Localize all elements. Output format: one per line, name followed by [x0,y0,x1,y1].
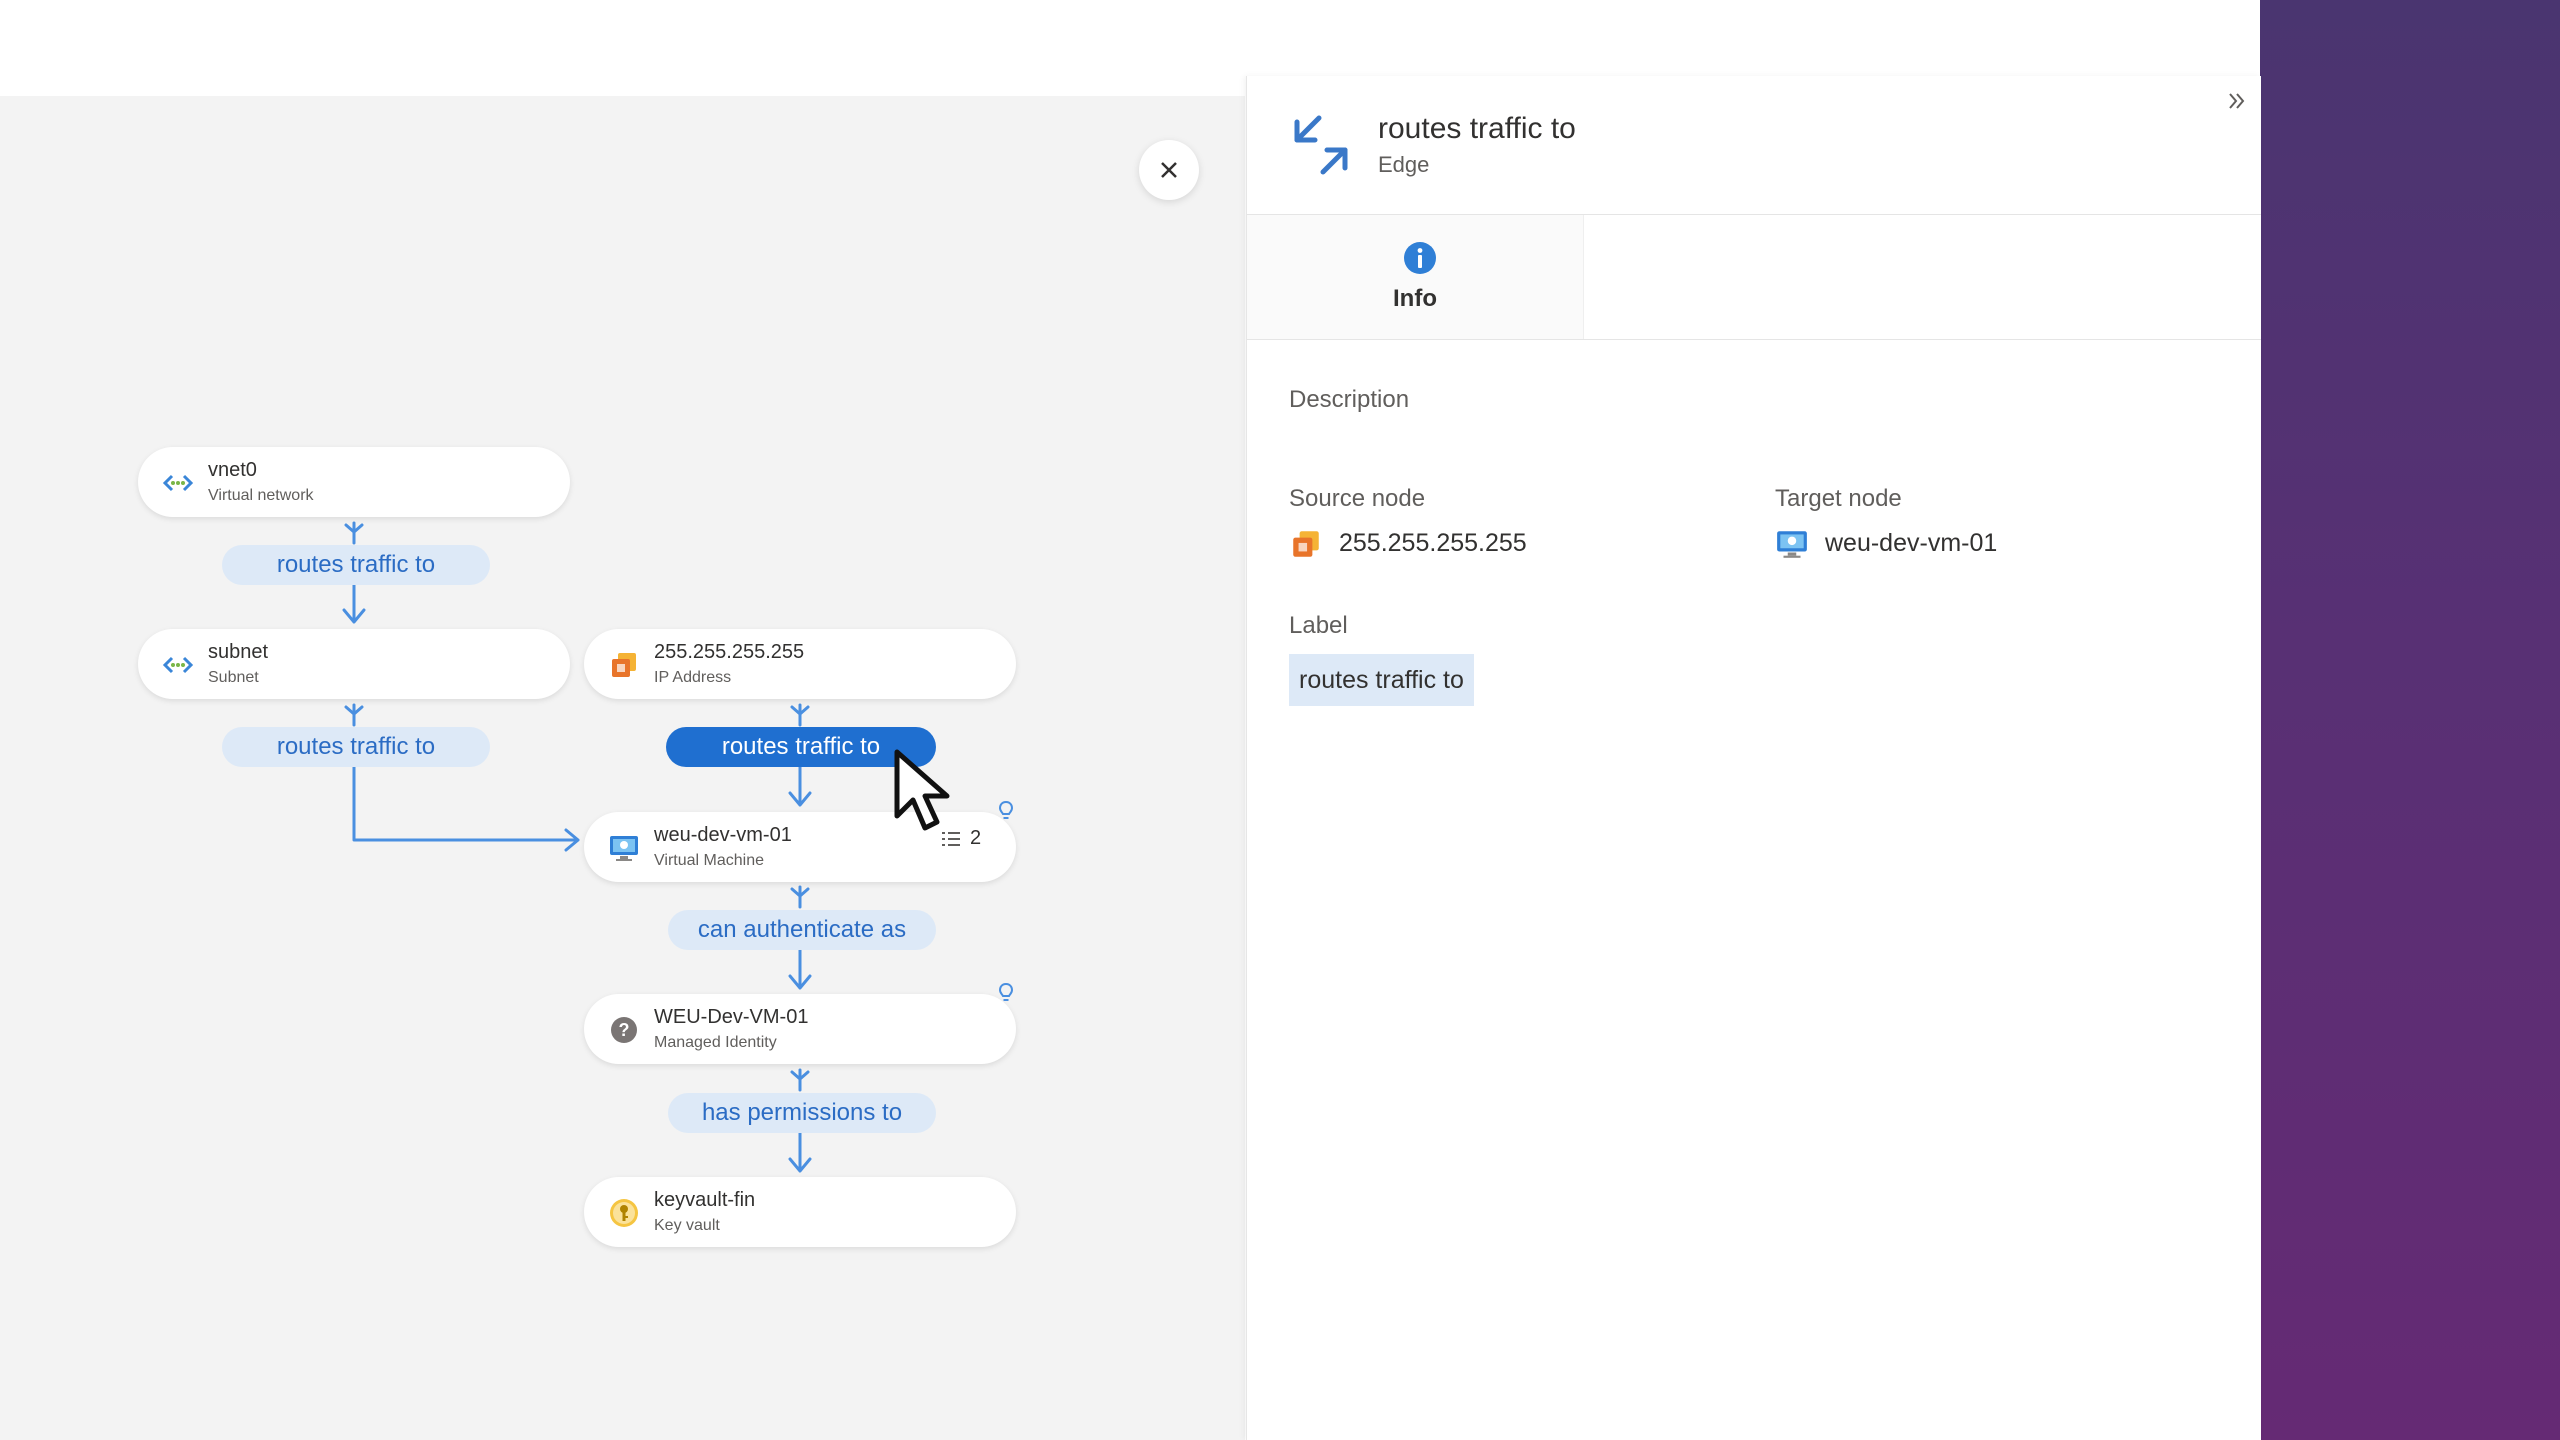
node-type: Virtual Machine [654,852,764,869]
node-key-vault[interactable]: keyvault-fin Key vault [584,1177,1016,1247]
panel-subtitle: Edge [1378,152,1430,177]
node-name: subnet [208,641,269,663]
ip-address-icon [612,653,636,677]
panel-header: routes traffic to Edge [1247,76,2261,215]
node-name: weu-dev-vm-01 [654,824,792,846]
node-name: vnet0 [208,459,257,481]
edge-routes-traffic-to[interactable]: routes traffic to [222,545,490,585]
svg-text:?: ? [619,1020,630,1040]
virtual-machine-icon [610,836,638,861]
node-ip-address[interactable]: 255.255.255.255 IP Address [584,629,1016,699]
key-vault-icon [610,1199,638,1227]
node-type: Virtual network [208,487,314,504]
virtual-machine-icon [1777,531,1807,558]
panel-tabs: Info [1247,215,2261,340]
node-vnet0[interactable]: vnet0 Virtual network [138,447,570,517]
description-label: Description [1289,386,1410,413]
node-type: Managed Identity [654,1034,777,1051]
target-node-value[interactable]: weu-dev-vm-01 [1825,529,1997,558]
edge-has-permissions-to[interactable]: has permissions to [668,1093,936,1133]
info-icon [1404,242,1436,274]
subnet-icon [162,656,194,674]
mouse-cursor-icon [894,749,950,831]
label-label: Label [1289,612,1348,639]
node-name: keyvault-fin [654,1189,756,1211]
ip-address-icon [1293,531,1319,557]
tab-info[interactable]: Info [1247,215,1584,339]
label-chip: routes traffic to [1289,654,1474,706]
lightbulb-icon[interactable] [998,800,1014,824]
node-name: WEU-Dev-VM-01 [654,1006,809,1028]
details-panel: routes traffic to Edge Info Description … [1246,76,2261,1440]
close-icon [1161,162,1177,178]
virtual-network-icon [162,474,194,492]
edge-icon [1294,115,1348,175]
badge-count: 2 [970,827,982,849]
source-node-label: Source node [1289,485,1426,512]
node-name: 255.255.255.255 [654,641,805,663]
source-node-value[interactable]: 255.255.255.255 [1339,529,1527,558]
edge-routes-traffic-to[interactable]: routes traffic to [222,727,490,767]
lightbulb-icon[interactable] [998,982,1014,1006]
edge-can-authenticate-as[interactable]: can authenticate as [668,910,936,950]
node-managed-identity[interactable]: ? WEU-Dev-VM-01 Managed Identity [584,994,1016,1064]
close-button[interactable] [1139,140,1199,200]
desktop-background [2260,0,2560,1440]
question-icon: ? [611,1017,637,1043]
node-type: Subnet [208,669,259,686]
tab-label: Info [1393,285,1437,312]
target-node-label: Target node [1775,485,1902,512]
panel-title: routes traffic to [1378,112,1576,145]
node-type: IP Address [654,669,732,686]
node-subnet[interactable]: subnet Subnet [138,629,570,699]
node-type: Key vault [654,1217,720,1234]
